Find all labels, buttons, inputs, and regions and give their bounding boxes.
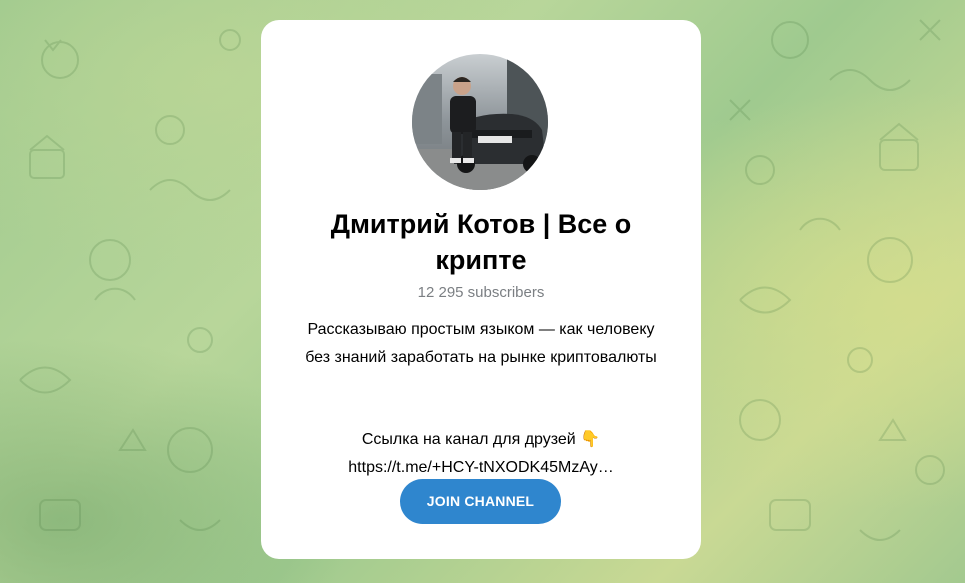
invite-link-block: Ссылка на канал для друзей 👇 https://t.m… — [261, 426, 701, 482]
channel-card: Дмитрий Котов | Все о крипте 12 295 subs… — [261, 20, 701, 559]
invite-link-label: Ссылка на канал для друзей 👇 — [361, 431, 601, 448]
channel-title: Дмитрий Котов | Все о крипте — [330, 209, 632, 275]
channel-description: Рассказываю простым языком — как человек… — [305, 321, 657, 366]
subscriber-count: 12 295 subscribers — [417, 284, 545, 301]
invite-link-url[interactable]: https://t.me/+HCY-tNXODK45MzAy… — [261, 454, 701, 482]
join-channel-button[interactable]: JOIN CHANNEL — [400, 479, 561, 524]
avatar-photo-icon — [412, 54, 548, 190]
channel-avatar[interactable] — [412, 54, 548, 190]
